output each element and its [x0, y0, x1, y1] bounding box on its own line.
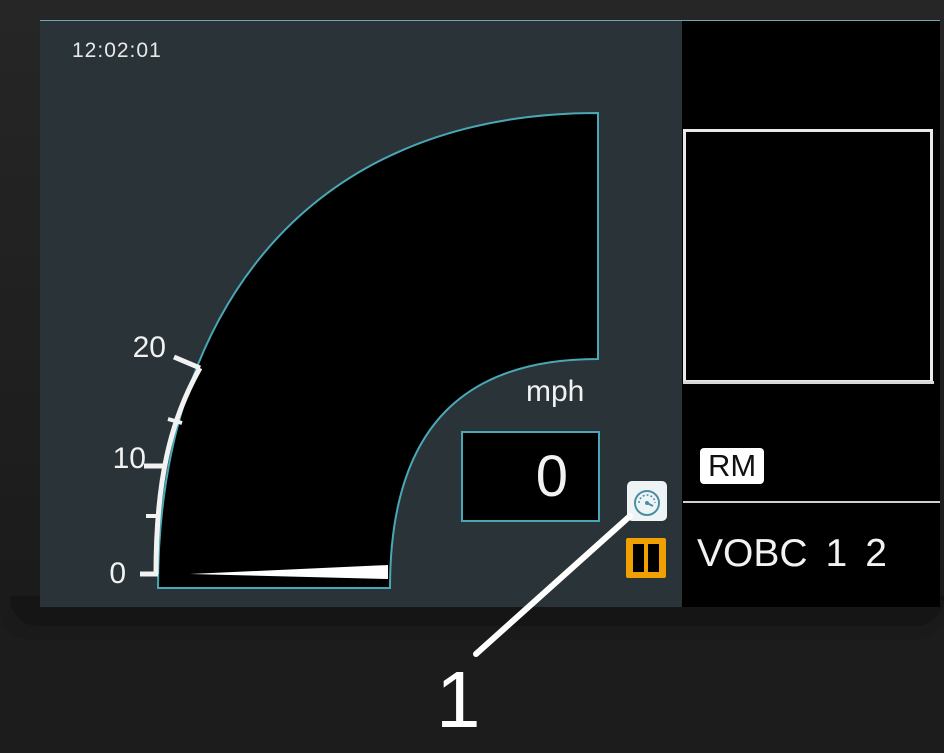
callout-number: 1: [436, 655, 481, 744]
callout-line: [473, 513, 633, 657]
callout-leader: [473, 513, 633, 657]
